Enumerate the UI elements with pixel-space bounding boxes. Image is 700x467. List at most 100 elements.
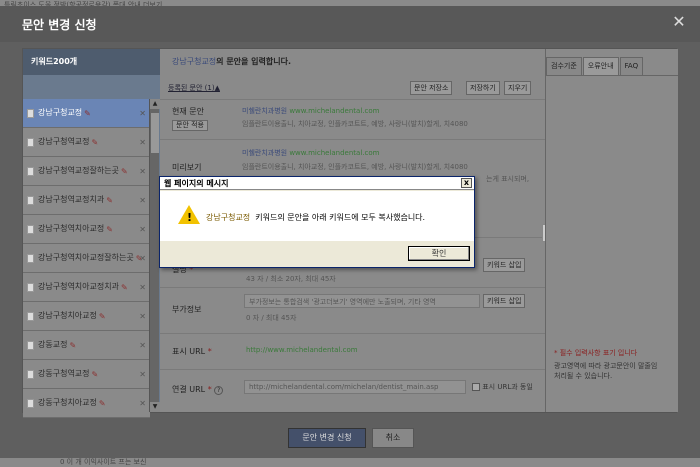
clear-button[interactable]: 지우기 [504,81,532,95]
document-icon [27,340,34,350]
remove-icon[interactable]: ✕ [139,370,146,379]
keyword-label: 강남구청역교정치과 [38,195,105,204]
close-icon[interactable]: ✕ [670,13,688,31]
draft-storage-button[interactable]: 문안 저장소 [410,81,453,95]
keyword-item[interactable]: 강남구청역교정치과 ✎ ✕ [23,186,150,215]
help-icon: ? [214,386,224,395]
link-url-row: 연결 URL * ? http://michelandental.com/mic… [160,369,545,412]
document-icon [27,369,34,379]
help-tab-body: * 필수 입력사항 표기 입니다 광고영역에 따라 광고문안이 말줄임 처리될 … [546,75,678,412]
document-icon [27,224,34,234]
keyword-count-header: 키워드200개 [23,49,160,75]
apply-ad-button[interactable]: 문안 적용 [172,120,208,131]
pencil-icon[interactable]: ✎ [121,283,128,292]
document-icon [27,311,34,321]
keyword-item[interactable]: 강남구청역교정잘하는곳 ✎ ✕ [23,157,150,186]
dialog-content: ! 강남구청교정 키워드의 문안을 아래 키워드에 모두 복사했습니다. [160,191,474,241]
insert-keyword-button-2[interactable]: 키워드 삽입 [483,294,526,308]
pencil-icon[interactable]: ✎ [84,109,91,118]
keyword-item[interactable]: 강남구청치아교정 ✎ ✕ [23,302,150,331]
extra-info-input[interactable]: 부가정보는 통합검색 '광고더보기' 영역에만 노출되며, 기타 영역 [244,294,480,308]
keyword-label: 강남구청치아교정 [38,311,97,320]
cancel-button[interactable]: 취소 [372,428,414,448]
dialog-ok-button[interactable]: 확인 [408,246,470,261]
document-icon [27,137,34,147]
keyword-list: 강남구청교정 ✎ ✕ 강남구청역교정 ✎ ✕ 강남구청역교정잘하는곳 ✎ ✕ 강남구청역교정치과 ✎… [23,99,150,418]
keyword-label: 강남구청역교정잘하는곳 [38,166,119,175]
current-ad-desc: 임플란트이용출니, 치아교정, 인플카코트트, 예방, 사랑니(발치)할게, 치… [242,120,468,128]
help-tab[interactable]: FAQ [619,57,644,75]
keyword-item[interactable]: 강동구청치아교정 ✎ ✕ [23,389,150,418]
preview-url: www.michelandental.com [289,149,380,157]
keyword-panel: 키워드200개 강남구청교정 ✎ ✕ 강남구청역교정 ✎ ✕ 강남구청역교정잘하는곳 ✎ ✕ 강남… [23,49,160,418]
document-icon [27,253,34,263]
pencil-icon[interactable]: ✎ [92,370,99,379]
insert-keyword-button[interactable]: 키워드 삽입 [483,258,526,272]
registered-bar: 등록된 문안 (1)▲ 문안 저장소 저장하기 지우기 [168,81,540,95]
scroll-thumb[interactable] [151,113,159,153]
same-url-checkbox[interactable] [472,383,480,391]
remove-icon[interactable]: ✕ [139,109,146,118]
heading-keyword: 강남구청교정 [172,57,217,66]
keyword-item[interactable]: 강남구청역치아교정잘하는곳 ✎ ✕ [23,244,150,273]
current-ad-row: 현재 문안 문안 적용 미쉘란치과병원 www.michelandental.c… [160,99,545,139]
dialog-title: 웹 페이지의 메시지 x [160,177,474,190]
remove-icon[interactable]: ✕ [139,283,146,292]
remove-icon[interactable]: ✕ [139,225,146,234]
scroll-down-icon[interactable]: ▼ [150,402,160,412]
keyword-item[interactable]: 강동교정 ✎ ✕ [23,331,150,360]
display-url-value: http://www.michelandental.com [246,346,358,354]
document-icon [27,398,34,408]
remove-icon[interactable]: ✕ [139,138,146,147]
keyword-label: 강동교정 [38,340,68,349]
edit-heading: 강남구청교정의 문안을 입력합니다. [160,49,545,75]
keyword-item[interactable]: 강남구청교정 ✎ ✕ [23,99,150,128]
scroll-up-icon[interactable]: ▲ [150,99,160,109]
keyword-label: 강동구청치아교정 [38,398,97,407]
remove-icon[interactable]: ✕ [139,254,146,263]
keyword-label: 강남구청역교정 [38,137,90,146]
help-tab[interactable]: 오류안내 [582,57,619,75]
current-ad-url: www.michelandental.com [289,107,380,115]
keyword-item[interactable]: 강남구청역교정 ✎ ✕ [23,128,150,157]
keyword-item[interactable]: 강남구청역치아교정치과 ✎ ✕ [23,273,150,302]
link-url-input[interactable]: http://michelandental.com/michelan/denti… [244,380,466,394]
modal-footer: 문안 변경 신청 취소 [0,428,700,448]
remove-icon[interactable]: ✕ [139,167,146,176]
background-bottom-strip: 0 이 개 이익사이트 프는 보신 [0,458,700,467]
pencil-icon[interactable]: ✎ [106,196,113,205]
pencil-icon[interactable]: ✎ [106,225,113,234]
remove-icon[interactable]: ✕ [139,196,146,205]
save-button[interactable]: 저장하기 [466,81,500,95]
warning-mark: ! [187,211,193,224]
keyword-label: 강남구청역치아교정 [38,224,105,233]
help-panel: 검수기준 오류안내 FAQ * 필수 입력사항 표기 입니다 광고영역에 따라 광고… [545,49,678,412]
keyword-item[interactable]: 강남구청역치아교정 ✎ ✕ [23,215,150,244]
description-count: 43 자 / 최소 20자, 최대 45자 [246,275,336,283]
dialog-close-icon[interactable]: x [461,178,472,188]
keyword-item[interactable]: 강동구청역교정 ✎ ✕ [23,360,150,389]
help-tab[interactable]: 검수기준 [546,57,582,75]
pencil-icon[interactable]: ✎ [99,399,106,408]
truncation-note: 광고영역에 따라 광고문안이 말줄임 처리될 수 있습니다. [554,362,658,380]
pencil-icon[interactable]: ✎ [92,138,99,147]
extra-info-count: 0 자 / 최대 45자 [246,314,297,322]
registered-toggle[interactable]: 등록된 문안 (1)▲ [168,83,220,93]
help-tabs: 검수기준 오류안내 FAQ [546,57,678,75]
pencil-icon[interactable]: ✎ [121,167,128,176]
remove-icon[interactable]: ✕ [139,399,146,408]
submit-change-button[interactable]: 문안 변경 신청 [288,428,366,448]
keyword-scrollbar[interactable]: ▲ ▼ [149,99,160,412]
pencil-icon[interactable]: ✎ [99,312,106,321]
extra-info-row: 부가정보 부가정보는 통합검색 '광고더보기' 영역에만 노출되며, 기타 영역… [160,287,545,333]
document-icon [27,195,34,205]
remove-icon[interactable]: ✕ [139,341,146,350]
pencil-icon[interactable]: ✎ [69,341,76,350]
display-url-row: 표시 URL * http://www.michelandental.com [160,333,545,369]
remove-icon[interactable]: ✕ [139,312,146,321]
preview-title-line: 미쉘란치과병원 www.michelandental.com [242,148,379,158]
link-url-label: 연결 URL * ? [172,384,224,395]
modal-title: 문안 변경 신청 [22,18,97,32]
same-url-option[interactable]: 표시 URL과 동일 [472,382,533,392]
current-ad-title-line: 미쉘란치과병원 www.michelandental.com [242,106,379,116]
